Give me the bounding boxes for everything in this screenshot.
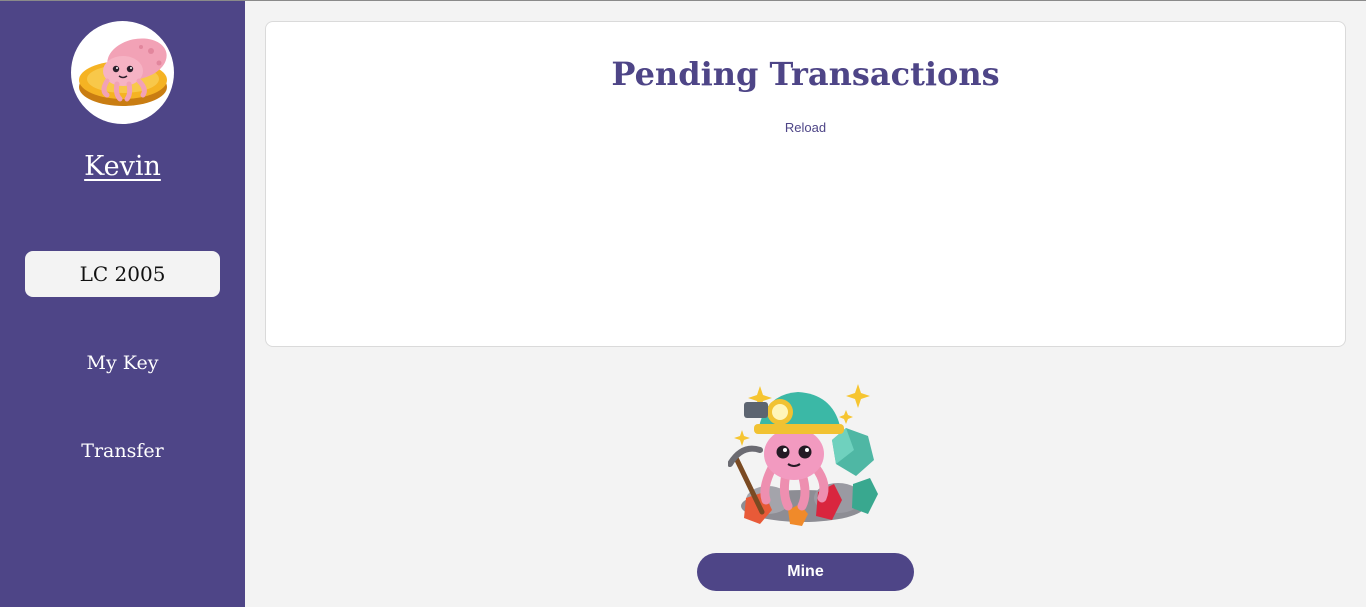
squid-miner-with-gems-icon bbox=[727, 384, 878, 526]
balance-badge: LC 2005 bbox=[25, 251, 220, 297]
page-title: Pending Transactions bbox=[611, 55, 1000, 93]
nav-item-my-key[interactable]: My Key bbox=[0, 352, 245, 374]
squid-miner-image bbox=[727, 380, 883, 528]
mine-button[interactable]: Mine bbox=[697, 553, 914, 591]
username-link[interactable]: Kevin bbox=[0, 151, 245, 182]
reload-button[interactable]: Reload bbox=[785, 120, 826, 135]
avatar bbox=[71, 21, 174, 124]
reload-row: Reload bbox=[266, 120, 1345, 135]
squid-on-gold-coin-icon bbox=[79, 38, 167, 106]
sidebar: Kevin LC 2005 My Key Transfer bbox=[0, 1, 245, 607]
pending-transactions-panel: Pending Transactions Reload bbox=[265, 21, 1346, 347]
nav-item-transfer[interactable]: Transfer bbox=[0, 440, 245, 462]
